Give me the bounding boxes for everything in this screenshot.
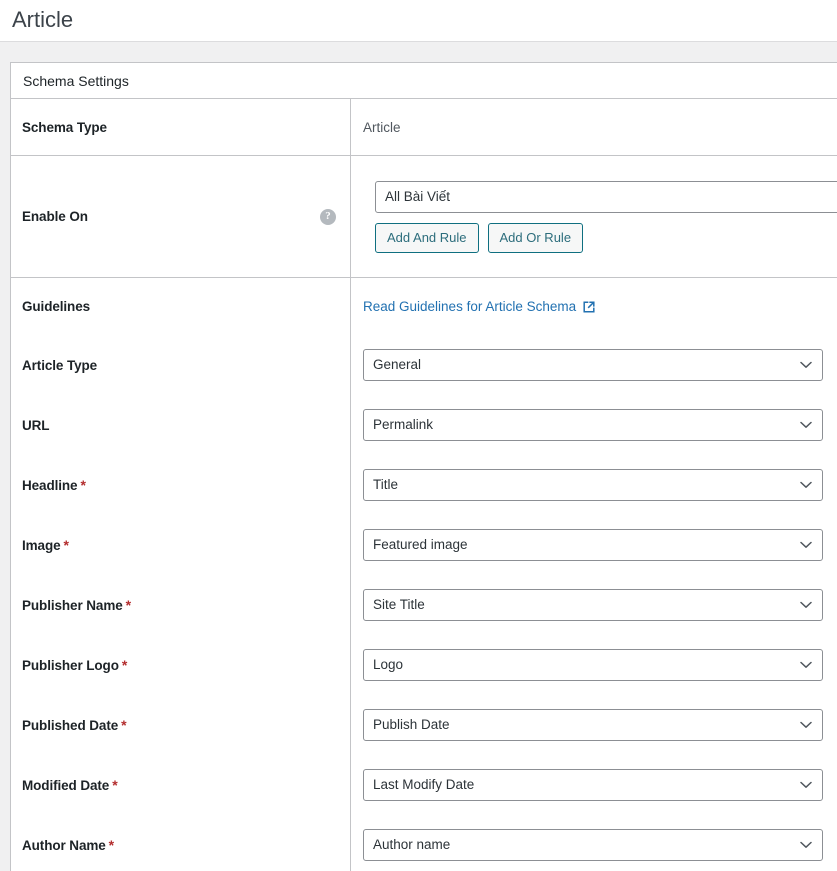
field-label: Article Type xyxy=(22,358,97,373)
field-label: URL xyxy=(22,418,49,433)
row-field: Publisher Logo* Logo xyxy=(11,635,837,695)
label-cell: Publisher Logo* xyxy=(11,635,351,695)
field-cell: Featured image xyxy=(351,515,837,575)
read-guidelines-link-text: Read Guidelines for Article Schema xyxy=(363,299,576,314)
field-label: Modified Date xyxy=(22,778,109,793)
label-cell: Image* xyxy=(11,515,351,575)
field-select[interactable]: Title xyxy=(363,469,823,501)
schema-settings-page: Article Schema Settings Schema Type Arti… xyxy=(0,0,837,871)
required-marker: * xyxy=(122,657,127,673)
field-cell: Permalink xyxy=(351,395,837,455)
select-wrapper: Author name xyxy=(363,829,823,861)
panel-header-title: Schema Settings xyxy=(23,73,129,89)
row-field: Headline* Title xyxy=(11,455,837,515)
select-wrapper: Publish Date xyxy=(363,709,823,741)
row-field: Article Type General xyxy=(11,335,837,395)
field-label: Headline xyxy=(22,478,77,493)
external-link-icon xyxy=(582,300,596,314)
field-cell: Logo xyxy=(351,635,837,695)
value-schema-type: Article xyxy=(363,120,401,135)
select-wrapper: Last Modify Date xyxy=(363,769,823,801)
row-field: Publisher Name* Site Title xyxy=(11,575,837,635)
field-label: Publisher Logo xyxy=(22,658,119,673)
field-rows-container: Article TypeGeneralURLPermalinkHeadline*… xyxy=(11,335,837,871)
enable-on-rule-input[interactable] xyxy=(375,181,837,213)
label-guidelines: Guidelines xyxy=(22,299,90,314)
field-label: Author Name xyxy=(22,838,106,853)
select-wrapper: Permalink xyxy=(363,409,823,441)
field-cell: Publish Date xyxy=(351,695,837,755)
row-field: URL Permalink xyxy=(11,395,837,455)
add-and-rule-button[interactable]: Add And Rule xyxy=(375,223,479,253)
read-guidelines-link[interactable]: Read Guidelines for Article Schema xyxy=(363,299,596,314)
enable-on-button-row: Add And Rule Add Or Rule xyxy=(375,223,837,253)
add-or-rule-button[interactable]: Add Or Rule xyxy=(488,223,584,253)
field-cell: Title xyxy=(351,455,837,515)
row-guidelines: Guidelines Read Guidelines for Article S… xyxy=(11,278,837,335)
select-wrapper: Featured image xyxy=(363,529,823,561)
required-marker: * xyxy=(64,537,69,553)
field-select[interactable]: General xyxy=(363,349,823,381)
row-field: Published Date* Publish Date xyxy=(11,695,837,755)
row-enable-on: Enable On ? Add And Rule Add Or Rule xyxy=(11,156,837,278)
label-enable-on: Enable On xyxy=(22,209,88,224)
row-schema-type: Schema Type Article xyxy=(11,99,837,156)
field-cell-guidelines: Read Guidelines for Article Schema xyxy=(351,278,837,335)
required-marker: * xyxy=(80,477,85,493)
field-label: Published Date xyxy=(22,718,118,733)
field-cell: Author name xyxy=(351,815,837,871)
label-cell: Published Date* xyxy=(11,695,351,755)
field-cell-schema-type: Article xyxy=(351,99,837,155)
required-marker: * xyxy=(121,717,126,733)
field-label: Publisher Name xyxy=(22,598,123,613)
row-field: Image* Featured image xyxy=(11,515,837,575)
page-gutter xyxy=(0,42,837,62)
label-schema-type: Schema Type xyxy=(22,120,107,135)
label-cell-enable-on: Enable On ? xyxy=(11,156,351,277)
field-select[interactable]: Featured image xyxy=(363,529,823,561)
label-cell: Headline* xyxy=(11,455,351,515)
label-cell-guidelines: Guidelines xyxy=(11,278,351,335)
label-cell: Article Type xyxy=(11,335,351,395)
page-title: Article xyxy=(12,7,73,33)
select-wrapper: Site Title xyxy=(363,589,823,621)
row-field: Author Name* Author name xyxy=(11,815,837,871)
select-wrapper: Logo xyxy=(363,649,823,681)
field-cell-enable-on: Add And Rule Add Or Rule xyxy=(351,156,837,277)
label-cell: URL xyxy=(11,395,351,455)
field-select[interactable]: Author name xyxy=(363,829,823,861)
label-cell-schema-type: Schema Type xyxy=(11,99,351,155)
schema-settings-panel: Schema Settings Schema Type Article Enab… xyxy=(10,62,837,871)
field-label: Image xyxy=(22,538,61,553)
select-wrapper: Title xyxy=(363,469,823,501)
required-marker: * xyxy=(126,597,131,613)
field-select[interactable]: Logo xyxy=(363,649,823,681)
label-cell: Publisher Name* xyxy=(11,575,351,635)
field-select[interactable]: Permalink xyxy=(363,409,823,441)
label-cell: Author Name* xyxy=(11,815,351,871)
field-cell: Last Modify Date xyxy=(351,755,837,815)
page-title-box: Article xyxy=(0,0,837,42)
field-select[interactable]: Site Title xyxy=(363,589,823,621)
field-select[interactable]: Last Modify Date xyxy=(363,769,823,801)
required-marker: * xyxy=(109,837,114,853)
help-circle-icon[interactable]: ? xyxy=(320,209,336,225)
panel-header: Schema Settings xyxy=(11,63,837,99)
field-cell: General xyxy=(351,335,837,395)
field-select[interactable]: Publish Date xyxy=(363,709,823,741)
field-cell: Site Title xyxy=(351,575,837,635)
row-field: Modified Date* Last Modify Date xyxy=(11,755,837,815)
enable-on-controls: Add And Rule Add Or Rule xyxy=(363,181,837,253)
label-cell: Modified Date* xyxy=(11,755,351,815)
settings-form-table: Schema Type Article Enable On ? xyxy=(11,99,837,871)
select-wrapper: General xyxy=(363,349,823,381)
required-marker: * xyxy=(112,777,117,793)
